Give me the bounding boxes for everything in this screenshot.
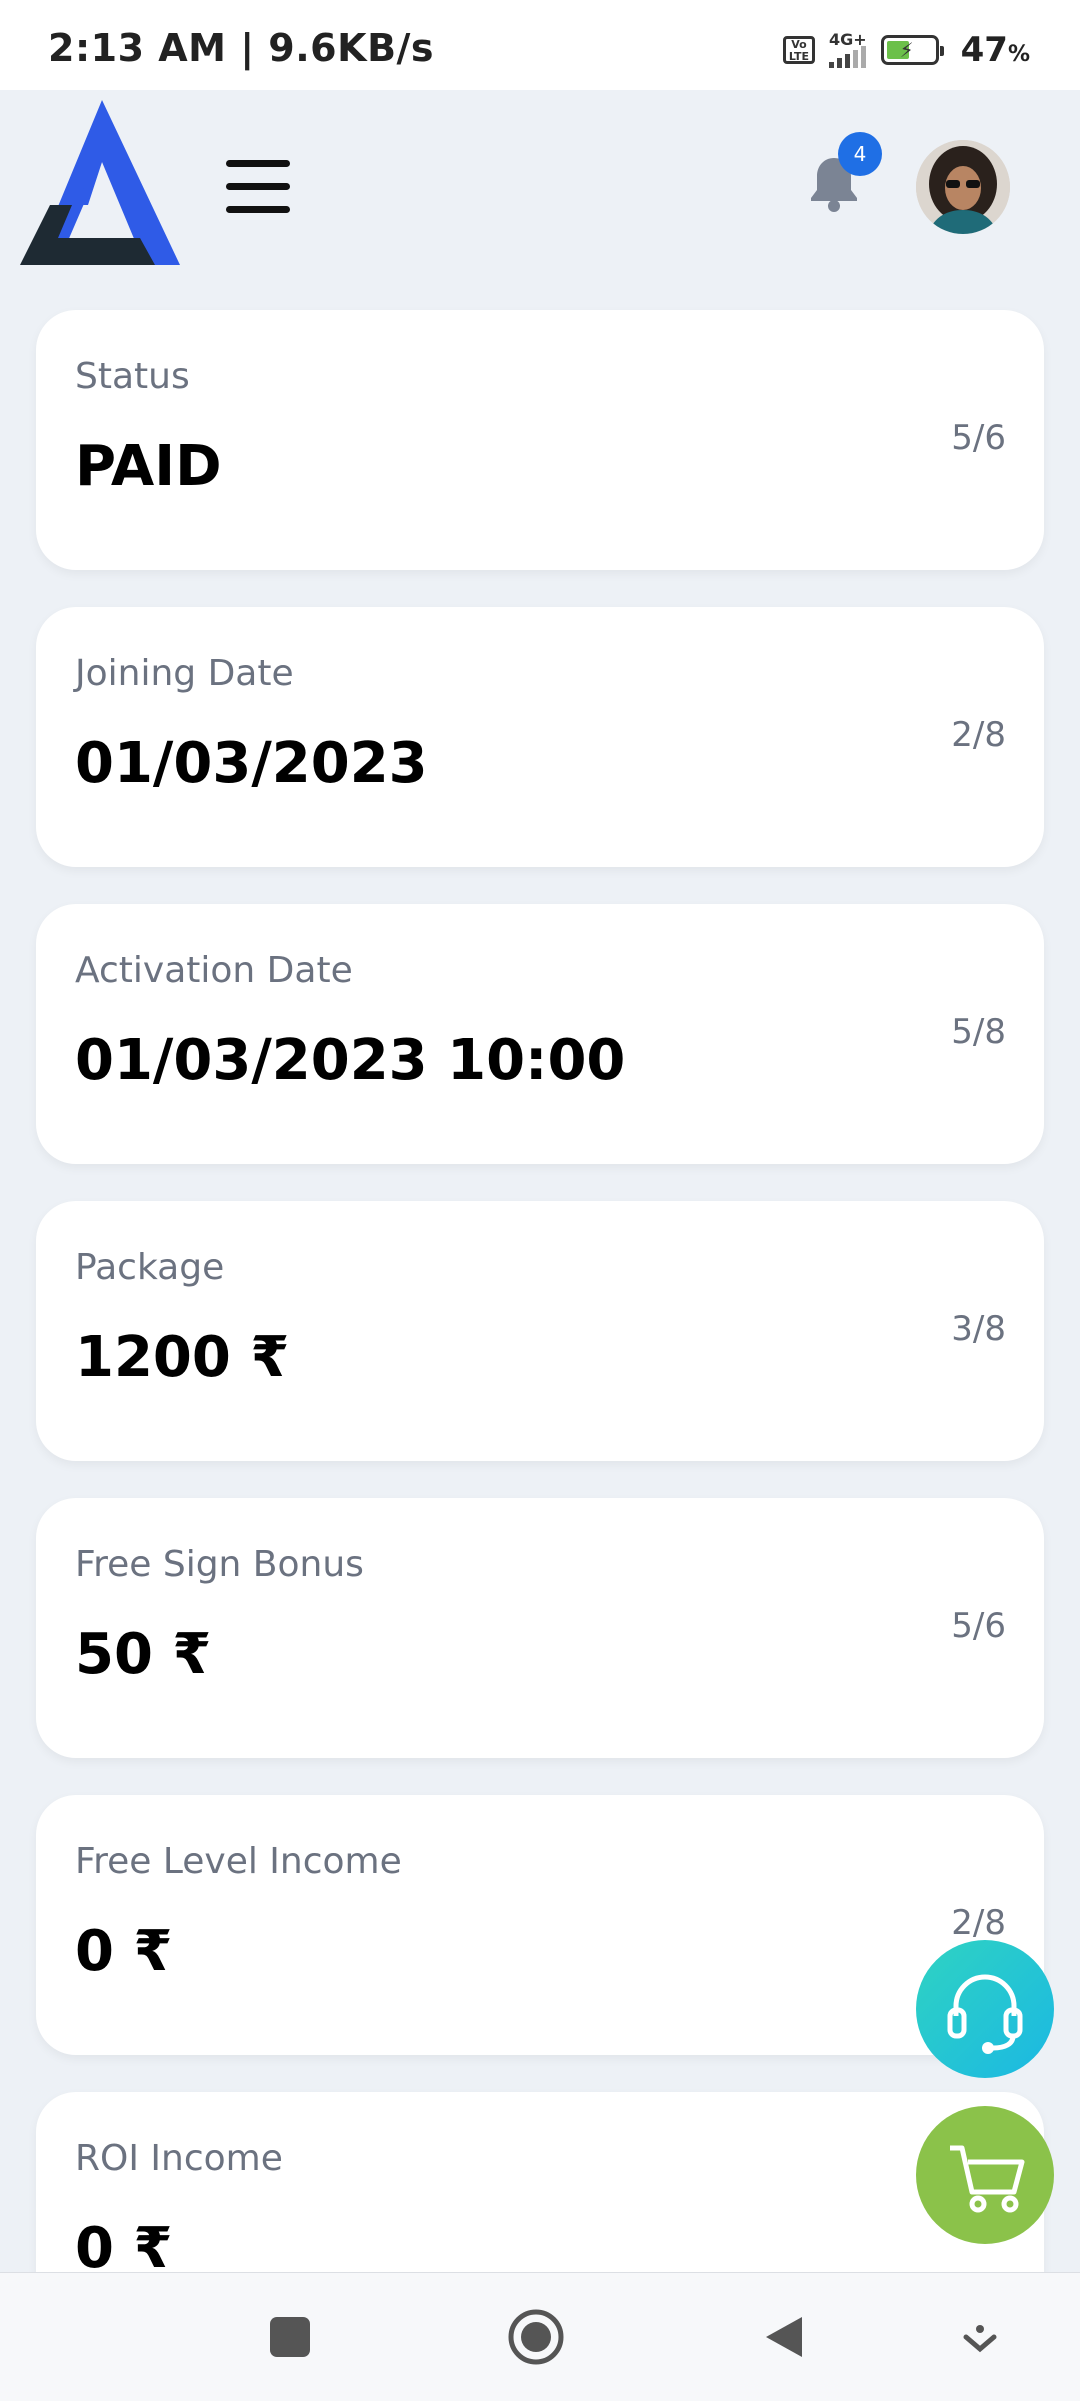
card-value: 1200 ₹ [75,1325,290,1390]
system-nav-bar [0,2272,1080,2401]
card-fraction: 5/6 [951,418,1006,458]
signal-icon: 4G+ [828,32,867,68]
card-label: ROI Income [75,2138,283,2179]
home-icon[interactable] [506,2307,566,2367]
notification-badge: 4 [838,132,882,176]
status-bar: 2:13 AM | 9.6KB/s Vo LTE 4G+ ⚡ 47% [0,0,1080,90]
status-card: Status PAID 5/6 [36,310,1044,570]
card-label: Package [75,1247,225,1288]
free-sign-bonus-card: Free Sign Bonus 50 ₹ 5/6 [36,1498,1044,1758]
volte-icon: Vo LTE [782,36,815,64]
card-value: PAID [75,434,222,499]
card-value: 0 ₹ [75,1919,173,1984]
back-icon[interactable] [760,2313,808,2361]
card-label: Joining Date [75,653,294,694]
battery-icon: ⚡ [880,35,944,65]
cart-button[interactable] [916,2106,1054,2244]
card-value: 01/03/2023 10:00 [75,1028,626,1093]
card-label: Free Level Income [75,1841,402,1882]
card-fraction: 3/8 [951,1309,1006,1349]
card-label: Free Sign Bonus [75,1544,364,1585]
recent-apps-icon[interactable] [266,2313,314,2361]
status-icons: Vo LTE 4G+ ⚡ 47% [782,30,1030,70]
card-fraction: 5/6 [951,1606,1006,1646]
card-label: Activation Date [75,950,353,991]
menu-button[interactable] [226,160,290,213]
activation-date-card: Activation Date 01/03/2023 10:00 5/8 [36,904,1044,1164]
joining-date-card: Joining Date 01/03/2023 2/8 [36,607,1044,867]
package-card: Package 1200 ₹ 3/8 [36,1201,1044,1461]
hide-nav-icon[interactable] [960,2325,1000,2355]
card-label: Status [75,356,190,397]
support-button[interactable] [916,1940,1054,2078]
card-fraction: 5/8 [951,1012,1006,1052]
card-fraction: 2/8 [951,715,1006,755]
card-value: 50 ₹ [75,1622,212,1687]
headset-icon [947,1974,1023,2054]
cart-icon [950,2145,1025,2213]
card-value: 01/03/2023 [75,731,428,796]
status-time-speed: 2:13 AM | 9.6KB/s [48,26,435,70]
battery-percent: 47% [960,30,1030,70]
avatar[interactable] [916,140,1010,234]
free-level-income-card: Free Level Income 0 ₹ 2/8 [36,1795,1044,2055]
card-fraction: 2/8 [951,1903,1006,1943]
app-logo [20,100,180,265]
